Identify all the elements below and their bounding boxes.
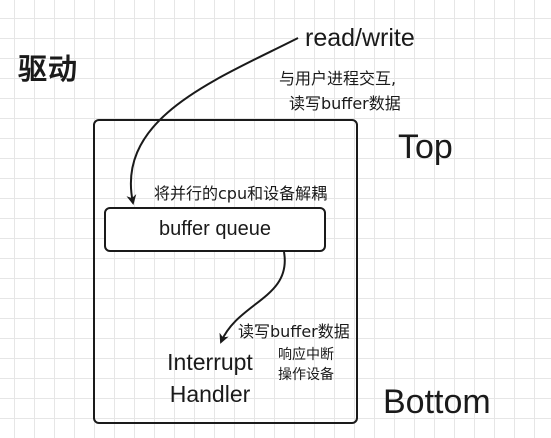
interrupt-handler-line1: Interrupt xyxy=(167,349,253,375)
operate-device-note: 操作设备 xyxy=(278,367,334,383)
top-layer-label: Top xyxy=(398,128,453,166)
driver-title: 驱动 xyxy=(18,52,79,86)
read-write-buffer-note: 读写buffer数据 xyxy=(289,94,401,113)
interrupt-handler-line2: Handler xyxy=(169,381,251,407)
buffer-queue-box: buffer queue xyxy=(104,207,326,252)
decouple-note: 将并行的cpu和设备解耦 xyxy=(154,184,328,203)
handler-rw-buffer-note: 读写buffer数据 xyxy=(238,322,350,341)
interrupt-handler-label: Interrupt Handler xyxy=(150,346,270,410)
user-process-note: 与用户进程交互, xyxy=(279,69,397,88)
buffer-queue-label: buffer queue xyxy=(159,218,271,240)
bottom-layer-label: Bottom xyxy=(383,383,491,421)
read-write-label: read/write xyxy=(305,24,415,52)
respond-interrupt-note: 响应中断 xyxy=(278,347,334,363)
